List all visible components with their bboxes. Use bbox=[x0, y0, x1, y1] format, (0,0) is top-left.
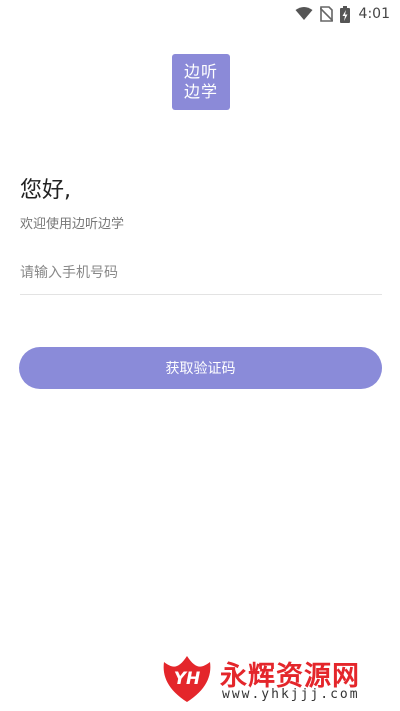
status-icons: 4:01 bbox=[295, 4, 390, 24]
greeting-subtitle: 欢迎使用边听边学 bbox=[20, 217, 125, 232]
no-sim-icon bbox=[319, 6, 333, 22]
watermark-url: www.yhkjjj.com bbox=[222, 687, 360, 702]
get-verification-code-button[interactable]: 获取验证码 bbox=[19, 347, 382, 389]
input-underline bbox=[20, 294, 382, 295]
battery-charging-icon bbox=[339, 5, 350, 23]
wifi-icon bbox=[295, 7, 313, 21]
phone-number-input[interactable] bbox=[20, 256, 382, 290]
status-time: 4:01 bbox=[358, 6, 390, 22]
app-logo-line2: 边学 bbox=[183, 82, 218, 101]
app-logo-line1: 边听 bbox=[183, 62, 218, 81]
login-screen: 4:01 边听 边学 您好, 欢迎使用边听边学 获取验证码 YH 永辉资源网 w… bbox=[0, 0, 400, 711]
status-bar: 4:01 bbox=[0, 0, 400, 28]
svg-text:YH: YH bbox=[174, 669, 201, 689]
watermark-logo-icon: YH bbox=[158, 650, 216, 706]
watermark: YH 永辉资源网 www.yhkjjj.com bbox=[158, 650, 388, 706]
app-logo: 边听 边学 bbox=[172, 54, 230, 110]
greeting-title: 您好, bbox=[20, 178, 71, 203]
